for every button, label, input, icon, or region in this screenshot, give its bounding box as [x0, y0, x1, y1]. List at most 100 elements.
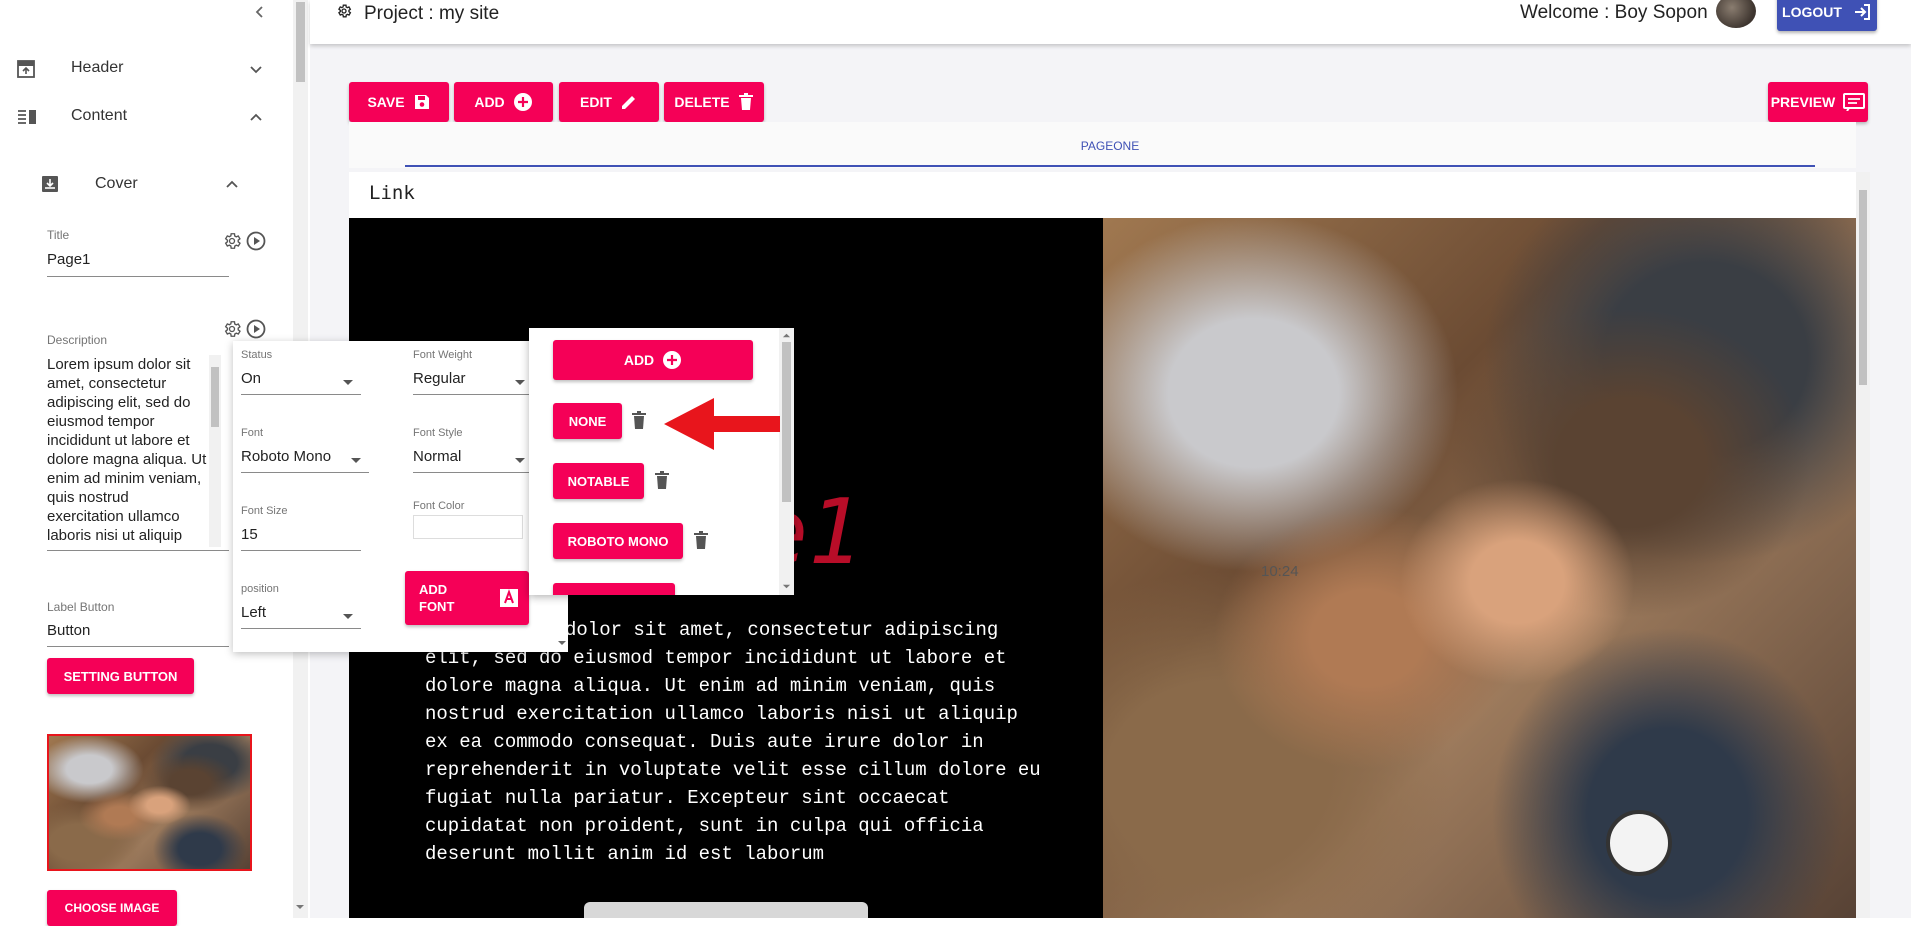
font-select[interactable]: Roboto Mono [241, 448, 331, 465]
font-item-none[interactable]: NONE [553, 403, 622, 439]
dropdown-arrow-icon [515, 380, 525, 385]
scroll-down-icon[interactable] [295, 902, 305, 912]
tab-indicator [405, 165, 1815, 167]
header-icon [17, 60, 35, 78]
sidebar-subitem-cover[interactable]: Cover [30, 172, 250, 206]
font-color-input[interactable] [413, 515, 523, 539]
add-button[interactable]: ADD [454, 82, 553, 122]
cover-button[interactable] [584, 902, 868, 918]
font-size-input[interactable]: 15 [241, 526, 258, 543]
font-settings-panel: Status On Font Weight Regular Font Robot… [233, 341, 568, 652]
position-label: position [241, 583, 279, 595]
font-label: Font [241, 427, 264, 439]
project-title: Project : my site [364, 3, 500, 24]
sidebar-item-label: Header [71, 59, 124, 76]
scroll-down-icon[interactable] [557, 638, 567, 648]
pencil-icon [621, 96, 635, 109]
chevron-up-icon[interactable] [225, 177, 239, 191]
description-label: Description [47, 333, 108, 347]
play-circle-icon[interactable] [246, 231, 266, 251]
save-button[interactable]: SAVE [349, 82, 449, 122]
dropdown-arrow-icon [343, 614, 353, 619]
sidebar-item-header[interactable]: Header [0, 52, 280, 86]
avatar[interactable] [1716, 0, 1756, 28]
font-weight-underline [413, 394, 533, 395]
chevron-up-icon[interactable] [249, 110, 263, 124]
font-item-roboto-mono[interactable]: ROBOTO MONO [553, 523, 683, 559]
font-size-underline [241, 550, 361, 551]
photo-clock-text: 10:24 [1261, 563, 1299, 580]
logout-label: LOGOUT [1782, 3, 1842, 20]
logout-button[interactable]: LOGOUT [1777, 0, 1877, 31]
add-font-list-button[interactable]: ADD [553, 340, 753, 380]
font-size-label: Font Size [241, 505, 288, 517]
delete-button[interactable]: DELETE [664, 82, 764, 122]
preview-nav-link[interactable]: Link [369, 182, 415, 204]
watch [1606, 810, 1672, 876]
choose-image-button[interactable]: CHOOSE IMAGE [47, 890, 177, 926]
label-button-field[interactable]: Button [47, 622, 90, 639]
setting-button[interactable]: SETTING BUTTON [47, 658, 194, 694]
title-label: Title [47, 228, 70, 242]
font-download-icon [500, 589, 518, 607]
trash-icon[interactable] [654, 471, 670, 490]
font-style-label: Font Style [413, 427, 463, 439]
tab-label: PAGEONE [1080, 139, 1140, 153]
description-scrollbar[interactable] [209, 355, 221, 547]
dropdown-arrow-icon [343, 380, 353, 385]
font-item-notable[interactable]: NOTABLE [553, 463, 644, 499]
cover-image: 10:24 [1103, 218, 1856, 918]
chevron-left-icon[interactable] [252, 4, 268, 20]
sidebar-item-content[interactable]: Content [0, 100, 280, 134]
add-circle-icon [663, 351, 682, 369]
content-icon [18, 110, 36, 124]
dropdown-arrow-icon [351, 458, 361, 463]
font-weight-label: Font Weight [413, 349, 473, 361]
add-circle-icon [513, 93, 532, 111]
cover-image-thumbnail [47, 734, 252, 871]
status-label: Status [241, 349, 273, 361]
cover-label: Cover [95, 175, 138, 192]
tab-pageone[interactable]: PAGEONE [405, 122, 1815, 168]
font-list-panel: ADD NONE NOTABLE ROBOTO MONO [529, 328, 794, 595]
welcome-text: Welcome : Boy Sopon [1520, 2, 1708, 23]
logout-icon [1854, 3, 1870, 20]
save-icon [414, 95, 429, 109]
gear-icon[interactable] [222, 231, 242, 251]
font-weight-select[interactable]: Regular [413, 370, 466, 387]
gear-icon [338, 4, 352, 18]
trash-icon [738, 93, 753, 110]
chevron-down-icon[interactable] [249, 62, 263, 76]
status-underline [241, 394, 361, 395]
annotation-arrow-icon [664, 398, 780, 450]
preview-icon [1843, 93, 1866, 111]
label-button-underline [47, 646, 229, 647]
canvas-scrollbar[interactable] [1856, 172, 1870, 918]
title-field[interactable]: Page1 [47, 251, 90, 268]
sidebar-item-label: Content [71, 107, 128, 124]
gear-icon[interactable] [222, 319, 242, 339]
trash-icon[interactable] [693, 531, 709, 550]
label-button-label: Label Button [47, 600, 115, 614]
status-select[interactable]: On [241, 370, 261, 387]
sidebar: Header Content Cover Title Page1 Descrip… [0, 0, 266, 926]
font-style-underline [413, 472, 533, 473]
top-bar: Project : my site Welcome : Boy Sopon LO… [310, 0, 1911, 44]
font-color-label: Font Color [413, 500, 465, 512]
add-font-button[interactable]: ADD FONT [405, 571, 529, 625]
trash-icon[interactable] [631, 411, 647, 430]
font-style-select[interactable]: Normal [413, 448, 461, 465]
cover-description: dolor sit amet, consectetur adipiscing e… [425, 619, 1041, 865]
title-underline [47, 276, 229, 277]
font-item-partial[interactable] [553, 583, 675, 595]
edit-button[interactable]: EDIT [559, 82, 659, 122]
position-select[interactable]: Left [241, 604, 266, 621]
description-textarea[interactable]: Lorem ipsum dolor sit amet, consectetur … [47, 355, 207, 545]
play-circle-icon[interactable] [246, 319, 266, 339]
font-list-scrollbar[interactable] [779, 328, 794, 595]
dropdown-arrow-icon [515, 458, 525, 463]
download-box-icon [42, 176, 58, 192]
font-underline [241, 472, 369, 473]
description-underline [47, 550, 229, 551]
preview-button[interactable]: PREVIEW [1768, 82, 1868, 122]
